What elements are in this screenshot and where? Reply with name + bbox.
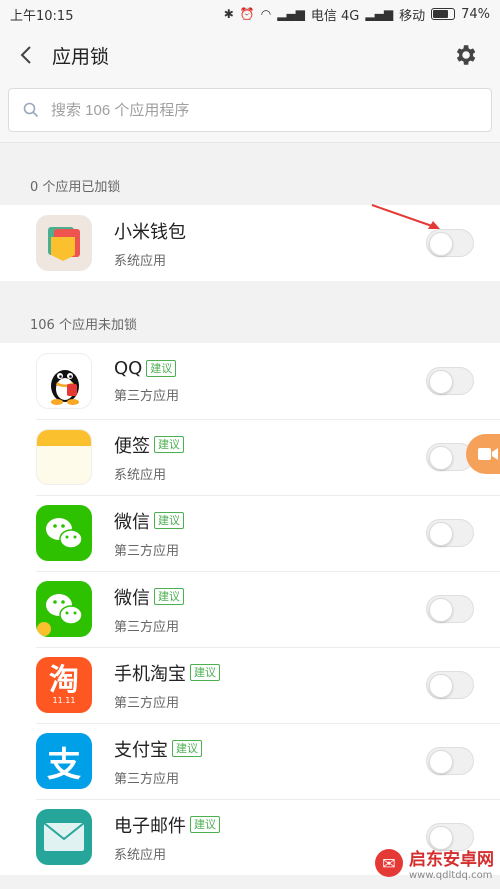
battery-percent: 74% bbox=[461, 6, 490, 22]
lock-toggle[interactable] bbox=[426, 367, 474, 395]
search-icon bbox=[23, 102, 39, 118]
watermark-title: 启东安卓网 bbox=[409, 850, 494, 870]
lock-toggle[interactable] bbox=[426, 595, 474, 623]
app-type: 第三方应用 bbox=[114, 771, 180, 787]
floating-recorder-button[interactable] bbox=[466, 434, 500, 474]
qq-icon bbox=[36, 353, 92, 409]
app-row-qq[interactable]: QQ 建议 第三方应用 bbox=[0, 343, 500, 419]
signal-icon: ▂▄▆ bbox=[277, 7, 305, 21]
app-name: 手机淘宝 bbox=[114, 663, 186, 685]
wechat-icon bbox=[36, 505, 92, 561]
unlocked-section-header: 106 个应用未加锁 bbox=[0, 281, 500, 343]
lock-toggle[interactable] bbox=[426, 229, 474, 257]
app-row-alipay[interactable]: 支 支付宝 建议 第三方应用 bbox=[0, 723, 500, 799]
mi-wallet-icon bbox=[36, 215, 92, 271]
watermark-logo-icon: ✉ bbox=[375, 849, 403, 877]
app-type: 第三方应用 bbox=[114, 695, 180, 711]
lock-toggle[interactable] bbox=[426, 671, 474, 699]
status-bar: 上午10:15 ✱ ⏰ ◠ ▂▄▆ 电信 4G ▂▄▆ 移动 74% bbox=[0, 0, 500, 28]
suggest-badge: 建议 bbox=[154, 512, 184, 529]
taobao-icon: 淘 11.11 bbox=[36, 657, 92, 713]
alarm-icon: ⏰ bbox=[239, 7, 255, 21]
alipay-glyph: 支 bbox=[47, 744, 81, 785]
app-name: 支付宝 bbox=[114, 739, 168, 761]
app-name: 电子邮件 bbox=[114, 815, 186, 837]
video-camera-icon bbox=[478, 448, 498, 460]
app-row-taobao[interactable]: 淘 11.11 手机淘宝 建议 第三方应用 bbox=[0, 647, 500, 723]
app-name: QQ bbox=[114, 358, 143, 379]
app-type: 系统应用 bbox=[114, 253, 167, 269]
suggest-badge: 建议 bbox=[154, 588, 184, 605]
unlocked-app-list: QQ 建议 第三方应用 便签 建议 系统应用 微信 建议 第三方应用 微信 建议… bbox=[0, 343, 500, 875]
back-icon[interactable] bbox=[14, 43, 38, 67]
alipay-icon: 支 bbox=[36, 733, 92, 789]
suggest-badge: 建议 bbox=[146, 360, 177, 377]
taobao-date: 11.11 bbox=[52, 695, 76, 705]
search-input[interactable] bbox=[51, 101, 477, 119]
battery-icon bbox=[431, 8, 456, 20]
app-type: 第三方应用 bbox=[114, 389, 180, 404]
suggest-badge: 建议 bbox=[190, 816, 220, 833]
carrier-1: 电信 4G bbox=[310, 8, 360, 24]
taobao-glyph: 淘 bbox=[49, 662, 79, 698]
page-title: 应用锁 bbox=[52, 45, 110, 68]
watermark: ✉ 启东安卓网 www.qdltdq.com bbox=[375, 845, 494, 881]
wechat-dual-icon bbox=[36, 581, 92, 637]
signal-icon-2: ▂▄▆ bbox=[365, 7, 394, 21]
search-box[interactable] bbox=[8, 88, 492, 132]
bluetooth-icon: ✱ bbox=[223, 7, 234, 21]
app-bar: 应用锁 bbox=[0, 28, 500, 82]
lock-toggle[interactable] bbox=[426, 519, 474, 547]
wifi-icon: ◠ bbox=[260, 7, 272, 21]
carrier-2: 移动 bbox=[399, 8, 426, 24]
status-time: 上午10:15 bbox=[10, 8, 74, 24]
search-container bbox=[0, 82, 500, 143]
app-name: 便签 bbox=[114, 435, 150, 457]
suggest-badge: 建议 bbox=[172, 740, 202, 757]
app-row-wechat[interactable]: 微信 建议 第三方应用 bbox=[0, 495, 500, 571]
suggest-badge: 建议 bbox=[190, 664, 220, 681]
app-type: 系统应用 bbox=[114, 467, 167, 483]
locked-section-header: 0 个应用已加锁 bbox=[0, 143, 500, 205]
app-type: 第三方应用 bbox=[114, 619, 180, 635]
notes-icon bbox=[36, 429, 92, 485]
app-row-wechat-dual[interactable]: 微信 建议 第三方应用 bbox=[0, 571, 500, 647]
annotation-arrow-icon bbox=[371, 204, 440, 229]
app-name: 微信 bbox=[114, 587, 150, 609]
email-icon bbox=[36, 809, 92, 865]
lock-toggle[interactable] bbox=[426, 747, 474, 775]
suggest-badge: 建议 bbox=[154, 436, 184, 453]
status-icons: ✱ ⏰ ◠ ▂▄▆ 电信 4G ▂▄▆ 移动 74% bbox=[224, 5, 490, 24]
app-type: 第三方应用 bbox=[114, 543, 180, 559]
app-name: 微信 bbox=[114, 511, 150, 533]
gear-icon[interactable] bbox=[452, 42, 478, 68]
watermark-url: www.qdltdq.com bbox=[409, 870, 493, 881]
app-name: 小米钱包 bbox=[114, 221, 186, 243]
app-row-notes[interactable]: 便签 建议 系统应用 bbox=[0, 419, 500, 495]
